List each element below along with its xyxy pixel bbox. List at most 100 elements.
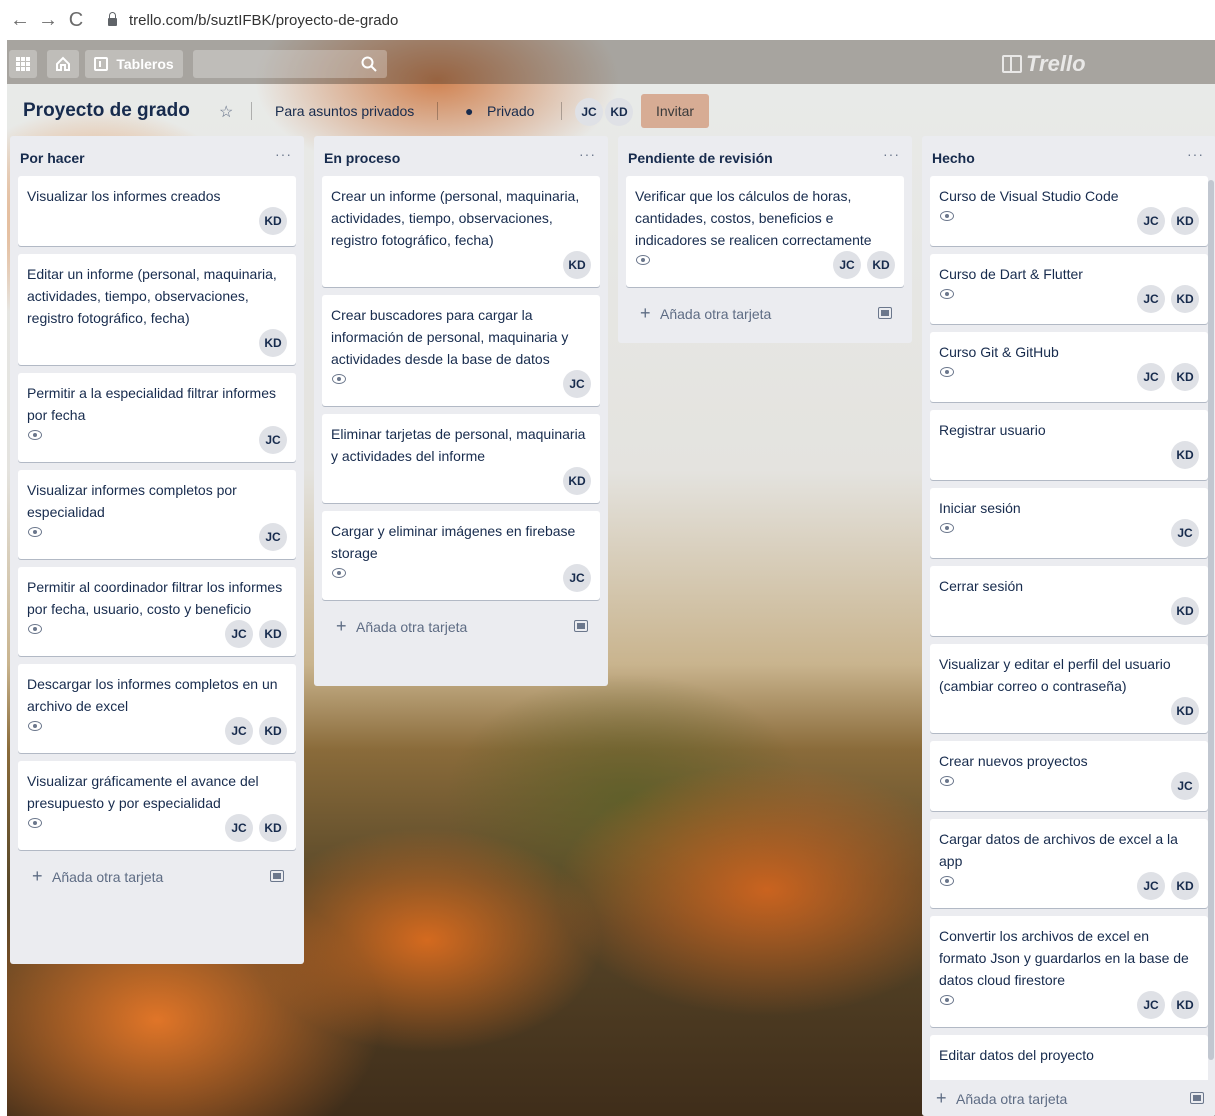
member-avatar[interactable]: JC [1137, 991, 1165, 1019]
member-avatar[interactable]: JC [225, 814, 253, 842]
card[interactable]: Crear nuevos proyectos JC [930, 741, 1208, 811]
list-menu-button[interactable]: ··· [883, 146, 900, 162]
list-title[interactable]: En proceso [324, 150, 400, 166]
member-avatar[interactable]: JC [259, 426, 287, 454]
eye-icon [332, 568, 346, 578]
member-avatar[interactable]: JC [1137, 363, 1165, 391]
logo-text: Trello [1026, 51, 1086, 76]
card[interactable]: Convertir los archivos de excel en forma… [930, 916, 1208, 1027]
divider [561, 102, 562, 120]
home-button[interactable] [47, 50, 79, 78]
member-avatar[interactable]: KD [259, 620, 287, 648]
star-icon[interactable]: ☆ [219, 102, 233, 122]
card-title: Curso de Dart & Flutter [939, 266, 1083, 282]
card[interactable]: Visualizar y editar el perfil del usuari… [930, 644, 1208, 733]
card[interactable]: Permitir al coordinador filtrar los info… [18, 567, 296, 656]
eye-icon [332, 374, 346, 384]
list-menu-button[interactable]: ··· [1187, 146, 1204, 162]
member-avatar[interactable]: JC [1171, 519, 1199, 547]
member-avatar[interactable]: KD [259, 814, 287, 842]
member-avatar[interactable]: KD [1171, 363, 1199, 391]
card[interactable]: Curso Git & GitHub JC KD [930, 332, 1208, 402]
card[interactable]: Cerrar sesión KD [930, 566, 1208, 636]
template-icon[interactable] [878, 307, 892, 319]
list-title[interactable]: Hecho [932, 150, 975, 166]
member-avatar[interactable]: KD [563, 251, 591, 279]
card[interactable]: Permitir a la especialidad filtrar infor… [18, 373, 296, 462]
member-avatar[interactable]: KD [1171, 285, 1199, 313]
member-avatar[interactable]: JC [563, 564, 591, 592]
card-title: Convertir los archivos de excel en forma… [939, 928, 1189, 988]
list-title[interactable]: Por hacer [20, 150, 85, 166]
board-header: Proyecto de grado ☆ Para asuntos privado… [7, 92, 1215, 130]
list-title[interactable]: Pendiente de revisión [628, 150, 773, 166]
member-avatar[interactable]: JC [225, 620, 253, 648]
back-button[interactable]: ← [6, 9, 34, 32]
member-avatar[interactable]: JC [563, 370, 591, 398]
workspace-button[interactable]: Para asuntos privados [275, 103, 414, 119]
add-card-button[interactable]: + Añada otra tarjeta [922, 1080, 1215, 1116]
add-card-button[interactable]: + Añada otra tarjeta [18, 858, 296, 894]
template-icon[interactable] [574, 620, 588, 632]
card-members: JC KD [225, 620, 287, 648]
scrollbar[interactable] [1208, 180, 1214, 1060]
list-menu-button[interactable]: ··· [275, 146, 292, 162]
card[interactable]: Crear un informe (personal, maquinaria, … [322, 176, 600, 287]
card[interactable]: Cargar y eliminar imágenes en firebase s… [322, 511, 600, 600]
card[interactable]: Visualizar los informes creados KD [18, 176, 296, 246]
apps-button[interactable] [9, 50, 37, 78]
visibility-button[interactable]: Privado [487, 103, 534, 119]
member-avatar[interactable]: JC [833, 251, 861, 279]
card-title: Visualizar gráficamente el avance del pr… [27, 773, 259, 811]
eye-icon [28, 430, 42, 440]
card[interactable]: Eliminar tarjetas de personal, maquinari… [322, 414, 600, 503]
card[interactable]: Crear buscadores para cargar la informac… [322, 295, 600, 406]
member-avatar[interactable]: KD [259, 717, 287, 745]
boards-button[interactable]: Tableros [85, 50, 183, 78]
card[interactable]: Visualizar gráficamente el avance del pr… [18, 761, 296, 850]
member-avatar[interactable]: KD [1171, 991, 1199, 1019]
member-avatar[interactable]: KD [1171, 697, 1199, 725]
template-icon[interactable] [270, 870, 284, 882]
card[interactable]: Visualizar informes completos por especi… [18, 470, 296, 559]
add-card-button[interactable]: + Añada otra tarjeta [322, 608, 600, 644]
add-card-button[interactable]: + Añada otra tarjeta [626, 295, 904, 331]
eye-icon [940, 367, 954, 377]
card[interactable]: Curso de Visual Studio Code JC KD [930, 176, 1208, 246]
invite-button[interactable]: Invitar [641, 94, 709, 128]
member-avatar[interactable]: KD [563, 467, 591, 495]
card[interactable]: Editar un informe (personal, maquinaria,… [18, 254, 296, 365]
card[interactable]: Curso de Dart & Flutter JC KD [930, 254, 1208, 324]
member-avatar[interactable]: KD [1171, 872, 1199, 900]
board-title[interactable]: Proyecto de grado [23, 100, 190, 122]
card[interactable]: Cargar datos de archivos de excel a la a… [930, 819, 1208, 908]
member-avatar[interactable]: KD [605, 98, 633, 126]
member-avatar[interactable]: KD [259, 207, 287, 235]
member-avatar[interactable]: KD [1171, 441, 1199, 469]
list-menu-button[interactable]: ··· [579, 146, 596, 162]
template-icon[interactable] [1190, 1092, 1204, 1104]
card[interactable]: Verificar que los cálculos de horas, can… [626, 176, 904, 287]
member-avatar[interactable]: JC [575, 98, 603, 126]
member-avatar[interactable]: JC [225, 717, 253, 745]
member-avatar[interactable]: KD [867, 251, 895, 279]
member-avatar[interactable]: KD [1171, 207, 1199, 235]
card[interactable]: Registrar usuario KD [930, 410, 1208, 480]
card[interactable]: Descargar los informes completos en un a… [18, 664, 296, 753]
trello-logo[interactable]: Trello [1002, 51, 1086, 77]
eye-icon [28, 527, 42, 537]
search-input[interactable] [193, 50, 387, 78]
card[interactable]: Iniciar sesión JC [930, 488, 1208, 558]
boards-label: Tableros [116, 56, 174, 72]
member-avatar[interactable]: JC [1137, 285, 1165, 313]
member-avatar[interactable]: KD [259, 329, 287, 357]
member-avatar[interactable]: KD [1171, 597, 1199, 625]
member-avatar[interactable]: JC [1171, 772, 1199, 800]
member-avatar[interactable]: JC [1137, 207, 1165, 235]
member-avatar[interactable]: JC [259, 523, 287, 551]
card-members: JC KD [1137, 872, 1199, 900]
member-avatar[interactable]: JC [1137, 872, 1165, 900]
address-bar[interactable]: trello.com/b/suztIFBK/proyecto-de-grado [108, 12, 398, 29]
forward-button[interactable]: → [34, 9, 62, 32]
reload-button[interactable]: C [62, 9, 90, 32]
